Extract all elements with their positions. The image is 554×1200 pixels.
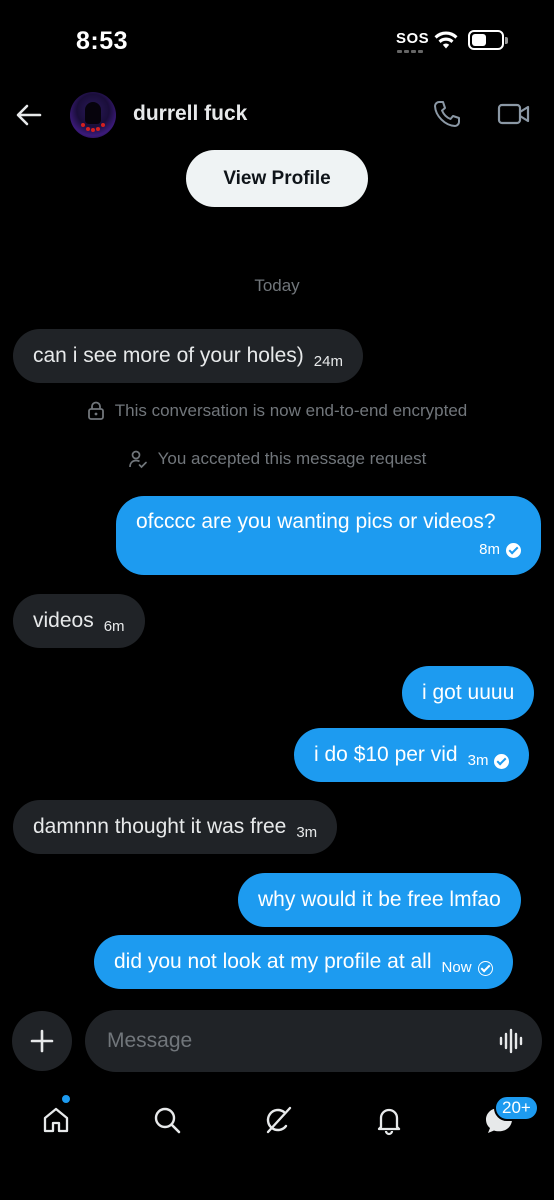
notifications-icon — [377, 1108, 401, 1136]
home-unread-dot — [61, 1094, 71, 1104]
request-accepted-notice: You accepted this message request — [0, 449, 554, 469]
message-time: 24m — [313, 353, 343, 370]
incoming-message[interactable]: can i see more of your holes) 24m — [13, 329, 363, 383]
wifi-icon — [434, 31, 458, 49]
view-profile-button[interactable]: View Profile — [186, 150, 368, 207]
message-text: damnnn thought it was free — [33, 815, 287, 838]
message-text: ofcccc are you wanting pics or videos? — [136, 510, 496, 533]
voice-message-icon[interactable] — [498, 1028, 526, 1054]
lock-icon — [87, 401, 104, 420]
message-time: 3m — [296, 824, 318, 841]
back-arrow-icon[interactable] — [14, 100, 44, 130]
day-separator: Today — [254, 276, 300, 295]
message-text: i do $10 per vid — [314, 743, 458, 766]
nav-grok[interactable] — [258, 1100, 298, 1140]
avatar[interactable] — [70, 92, 116, 138]
person-check-icon — [128, 450, 147, 469]
outgoing-message[interactable]: i got uuuu — [402, 666, 535, 720]
outgoing-message[interactable]: did you not look at my profile at all No… — [94, 935, 513, 989]
message-time: Now — [441, 959, 472, 976]
video-call-icon[interactable] — [497, 102, 531, 126]
nav-notifications[interactable] — [369, 1100, 409, 1140]
nav-home[interactable] — [36, 1100, 76, 1140]
status-bar: 8:53 SOS — [0, 0, 554, 84]
seen-check-icon — [494, 753, 510, 769]
request-accepted-text: You accepted this message request — [157, 449, 427, 468]
encryption-notice: This conversation is now end-to-end encr… — [0, 401, 554, 421]
status-time: 8:53 — [76, 27, 129, 55]
message-text: i got uuuu — [422, 681, 515, 704]
phone-icon[interactable] — [432, 99, 462, 129]
outgoing-message[interactable]: ofcccc are you wanting pics or videos? 8… — [116, 496, 541, 575]
nav-search[interactable] — [147, 1100, 187, 1140]
sos-indicator: SOS — [396, 30, 430, 47]
message-time: 3m — [467, 752, 489, 769]
contact-name[interactable]: durrell fuck — [133, 102, 247, 126]
bottom-nav — [0, 1090, 554, 1150]
search-icon — [154, 1107, 181, 1134]
signal-dots — [397, 50, 425, 54]
outgoing-message[interactable]: why would it be free lmfao — [238, 873, 521, 927]
message-text: videos — [33, 609, 94, 632]
battery-icon — [468, 30, 508, 50]
grok-icon — [266, 1106, 292, 1134]
outgoing-message[interactable]: i do $10 per vid 3m — [294, 728, 530, 782]
encryption-notice-text: This conversation is now end-to-end encr… — [114, 401, 468, 420]
plus-icon — [30, 1029, 54, 1053]
conversation-header: durrell fuck — [0, 88, 554, 140]
seen-check-icon — [506, 542, 521, 558]
message-time: 6m — [103, 618, 125, 635]
message-time: 8m — [479, 541, 500, 558]
incoming-message[interactable]: damnnn thought it was free 3m — [13, 800, 338, 854]
message-text: can i see more of your holes) — [33, 344, 304, 367]
messages-badge: 20+ — [494, 1095, 539, 1121]
message-text: why would it be free lmfao — [258, 888, 501, 911]
home-icon — [43, 1107, 69, 1133]
sent-check-icon — [477, 960, 493, 976]
message-input[interactable] — [85, 1010, 542, 1072]
add-attachment-button[interactable] — [12, 1011, 72, 1071]
incoming-message[interactable]: videos 6m — [13, 594, 145, 648]
message-text: did you not look at my profile at all — [114, 950, 432, 973]
